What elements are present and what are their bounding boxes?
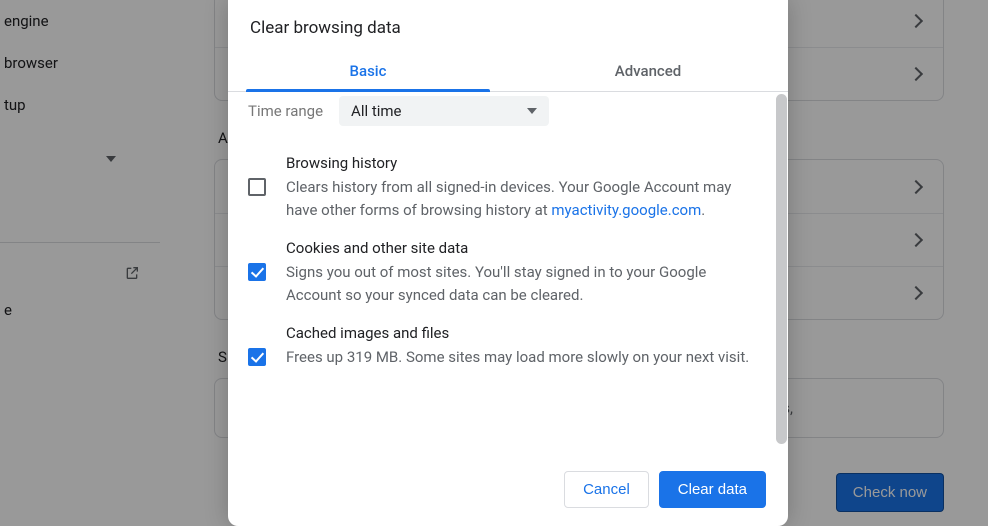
option-cookies: Cookies and other site data Signs you ou… <box>248 221 768 306</box>
tab-basic[interactable]: Basic <box>228 52 508 91</box>
clear-data-button[interactable]: Clear data <box>659 471 766 508</box>
dialog-body: Time range All time Browsing history Cle… <box>228 92 788 457</box>
option-title: Cached images and files <box>286 324 760 342</box>
time-range-select[interactable]: All time <box>339 96 549 126</box>
checkbox-wrap <box>248 324 270 369</box>
option-browsing-history: Browsing history Clears history from all… <box>248 136 768 221</box>
dialog-footer: Cancel Clear data <box>228 457 788 526</box>
option-title: Browsing history <box>286 154 760 172</box>
checkbox-wrap <box>248 239 270 306</box>
chevron-down-icon <box>527 108 537 114</box>
checkbox-cookies[interactable] <box>248 263 266 281</box>
checkbox-cache[interactable] <box>248 348 266 366</box>
dialog-title: Clear browsing data <box>228 0 788 52</box>
time-range-row: Time range All time <box>248 92 768 136</box>
dialog-scroll-area: Time range All time Browsing history Cle… <box>228 92 774 457</box>
scrollbar-thumb[interactable] <box>776 94 787 444</box>
option-desc: Frees up 319 MB. Some sites may load mor… <box>286 346 760 369</box>
tab-advanced[interactable]: Advanced <box>508 52 788 91</box>
cancel-button[interactable]: Cancel <box>564 471 649 508</box>
desc-text-after: . <box>701 201 705 219</box>
option-text: Browsing history Clears history from all… <box>286 154 760 221</box>
option-text: Cached images and files Frees up 319 MB.… <box>286 324 760 369</box>
time-range-label: Time range <box>248 102 323 120</box>
option-desc: Signs you out of most sites. You'll stay… <box>286 261 760 306</box>
checkbox-wrap <box>248 154 270 221</box>
time-range-value: All time <box>351 102 401 120</box>
option-text: Cookies and other site data Signs you ou… <box>286 239 760 306</box>
option-title: Cookies and other site data <box>286 239 760 257</box>
clear-browsing-data-dialog: Clear browsing data Basic Advanced Time … <box>228 0 788 526</box>
myactivity-link[interactable]: myactivity.google.com <box>551 201 701 219</box>
dialog-tabs: Basic Advanced <box>228 52 788 92</box>
checkbox-browsing-history[interactable] <box>248 178 266 196</box>
option-desc: Clears history from all signed-in device… <box>286 176 760 221</box>
option-cache: Cached images and files Frees up 319 MB.… <box>248 306 768 369</box>
